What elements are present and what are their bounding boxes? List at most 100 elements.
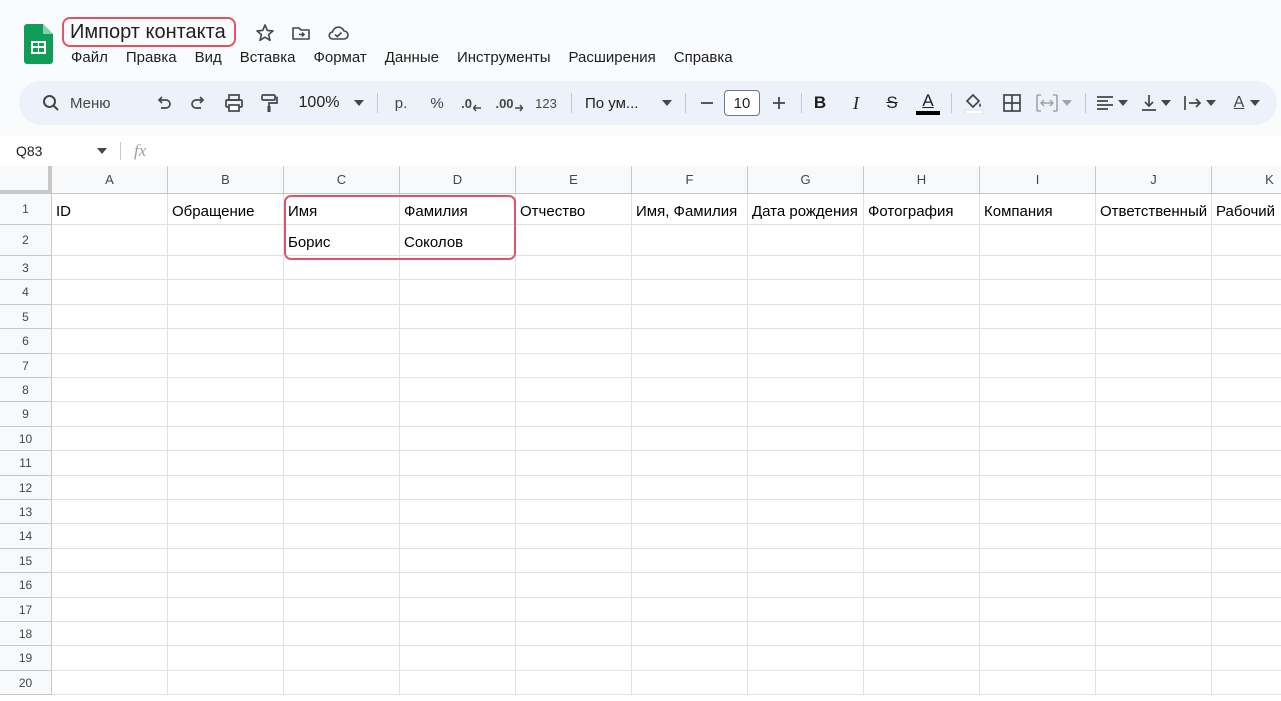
cell-e15[interactable] [516, 548, 632, 574]
star-icon[interactable] [254, 22, 276, 44]
cell-d2[interactable]: Соколов [400, 225, 516, 256]
cell-g13[interactable] [748, 500, 864, 525]
cell-f1[interactable]: Имя, Фамилия [632, 194, 748, 225]
cell-h16[interactable] [864, 573, 980, 598]
cell-h17[interactable] [864, 597, 980, 622]
cell-d16[interactable] [400, 573, 516, 598]
cell-h9[interactable] [864, 402, 980, 427]
cell-h20[interactable] [864, 670, 980, 696]
column-header-k[interactable]: K [1212, 166, 1281, 194]
cell-d3[interactable] [400, 256, 516, 281]
cell-g20[interactable] [748, 670, 864, 696]
cell-d12[interactable] [400, 475, 516, 500]
font-chevron-down-icon[interactable] [657, 81, 677, 125]
cell-e11[interactable] [516, 451, 632, 476]
cell-k8[interactable] [1212, 378, 1281, 403]
cell-g12[interactable] [748, 475, 864, 500]
column-header-d[interactable]: D [400, 166, 516, 194]
cell-i3[interactable] [980, 256, 1096, 281]
cell-g17[interactable] [748, 597, 864, 622]
cell-f14[interactable] [632, 524, 748, 549]
cell-f15[interactable] [632, 548, 748, 574]
cell-h18[interactable] [864, 622, 980, 647]
cell-j16[interactable] [1096, 573, 1212, 598]
row-header-20[interactable]: 20 [0, 670, 52, 696]
cell-e12[interactable] [516, 475, 632, 500]
cell-b17[interactable] [168, 597, 284, 622]
paint-format-icon[interactable] [257, 81, 281, 125]
cell-c15[interactable] [284, 548, 400, 574]
row-header-4[interactable]: 4 [0, 280, 52, 305]
row-header-5[interactable]: 5 [0, 304, 52, 330]
cell-h14[interactable] [864, 524, 980, 549]
cell-k19[interactable] [1212, 646, 1281, 671]
cell-g2[interactable] [748, 225, 864, 256]
cell-a9[interactable] [52, 402, 168, 427]
row-header-13[interactable]: 13 [0, 500, 52, 525]
cell-e6[interactable] [516, 329, 632, 354]
cell-d9[interactable] [400, 402, 516, 427]
cell-j10[interactable] [1096, 426, 1212, 452]
cell-b9[interactable] [168, 402, 284, 427]
cell-g16[interactable] [748, 573, 864, 598]
text-wrap-icon[interactable] [1181, 81, 1219, 125]
cell-f4[interactable] [632, 280, 748, 305]
menu-tools[interactable]: Инструменты [448, 46, 560, 70]
cell-b11[interactable] [168, 451, 284, 476]
cell-j9[interactable] [1096, 402, 1212, 427]
cell-b1[interactable]: Обращение [168, 194, 284, 225]
cell-g6[interactable] [748, 329, 864, 354]
cell-f13[interactable] [632, 500, 748, 525]
cell-f12[interactable] [632, 475, 748, 500]
cell-j17[interactable] [1096, 597, 1212, 622]
cell-e7[interactable] [516, 353, 632, 378]
cell-c7[interactable] [284, 353, 400, 378]
cell-g14[interactable] [748, 524, 864, 549]
cell-b19[interactable] [168, 646, 284, 671]
row-header-12[interactable]: 12 [0, 475, 52, 500]
cell-b5[interactable] [168, 304, 284, 330]
cell-a16[interactable] [52, 573, 168, 598]
move-folder-icon[interactable] [290, 22, 312, 44]
number-format-button[interactable]: 123 [531, 81, 561, 125]
cell-g3[interactable] [748, 256, 864, 281]
cell-a19[interactable] [52, 646, 168, 671]
zoom-select[interactable]: 100% [291, 81, 347, 125]
cell-i14[interactable] [980, 524, 1096, 549]
cell-f8[interactable] [632, 378, 748, 403]
cell-i8[interactable] [980, 378, 1096, 403]
cell-g15[interactable] [748, 548, 864, 574]
text-rotation-button[interactable]: A [1225, 81, 1269, 125]
row-header-9[interactable]: 9 [0, 402, 52, 427]
cell-k13[interactable] [1212, 500, 1281, 525]
cell-j5[interactable] [1096, 304, 1212, 330]
cell-e2[interactable] [516, 225, 632, 256]
cell-a11[interactable] [52, 451, 168, 476]
cell-j1[interactable]: Ответственный [1096, 194, 1212, 225]
cell-e14[interactable] [516, 524, 632, 549]
borders-icon[interactable] [999, 81, 1025, 125]
cell-g19[interactable] [748, 646, 864, 671]
row-header-15[interactable]: 15 [0, 548, 52, 574]
zoom-chevron-down-icon[interactable] [349, 81, 369, 125]
cell-f19[interactable] [632, 646, 748, 671]
cell-d13[interactable] [400, 500, 516, 525]
cell-e4[interactable] [516, 280, 632, 305]
cell-b4[interactable] [168, 280, 284, 305]
cell-k4[interactable] [1212, 280, 1281, 305]
cell-c19[interactable] [284, 646, 400, 671]
cell-f17[interactable] [632, 597, 748, 622]
row-header-17[interactable]: 17 [0, 597, 52, 622]
column-header-h[interactable]: H [864, 166, 980, 194]
menu-data[interactable]: Данные [376, 46, 448, 70]
cell-i15[interactable] [980, 548, 1096, 574]
undo-icon[interactable] [151, 81, 177, 125]
cell-c4[interactable] [284, 280, 400, 305]
cell-f9[interactable] [632, 402, 748, 427]
column-header-e[interactable]: E [516, 166, 632, 194]
cell-h19[interactable] [864, 646, 980, 671]
cell-c17[interactable] [284, 597, 400, 622]
cell-i13[interactable] [980, 500, 1096, 525]
font-select[interactable]: По ум... [581, 81, 655, 125]
cell-e18[interactable] [516, 622, 632, 647]
